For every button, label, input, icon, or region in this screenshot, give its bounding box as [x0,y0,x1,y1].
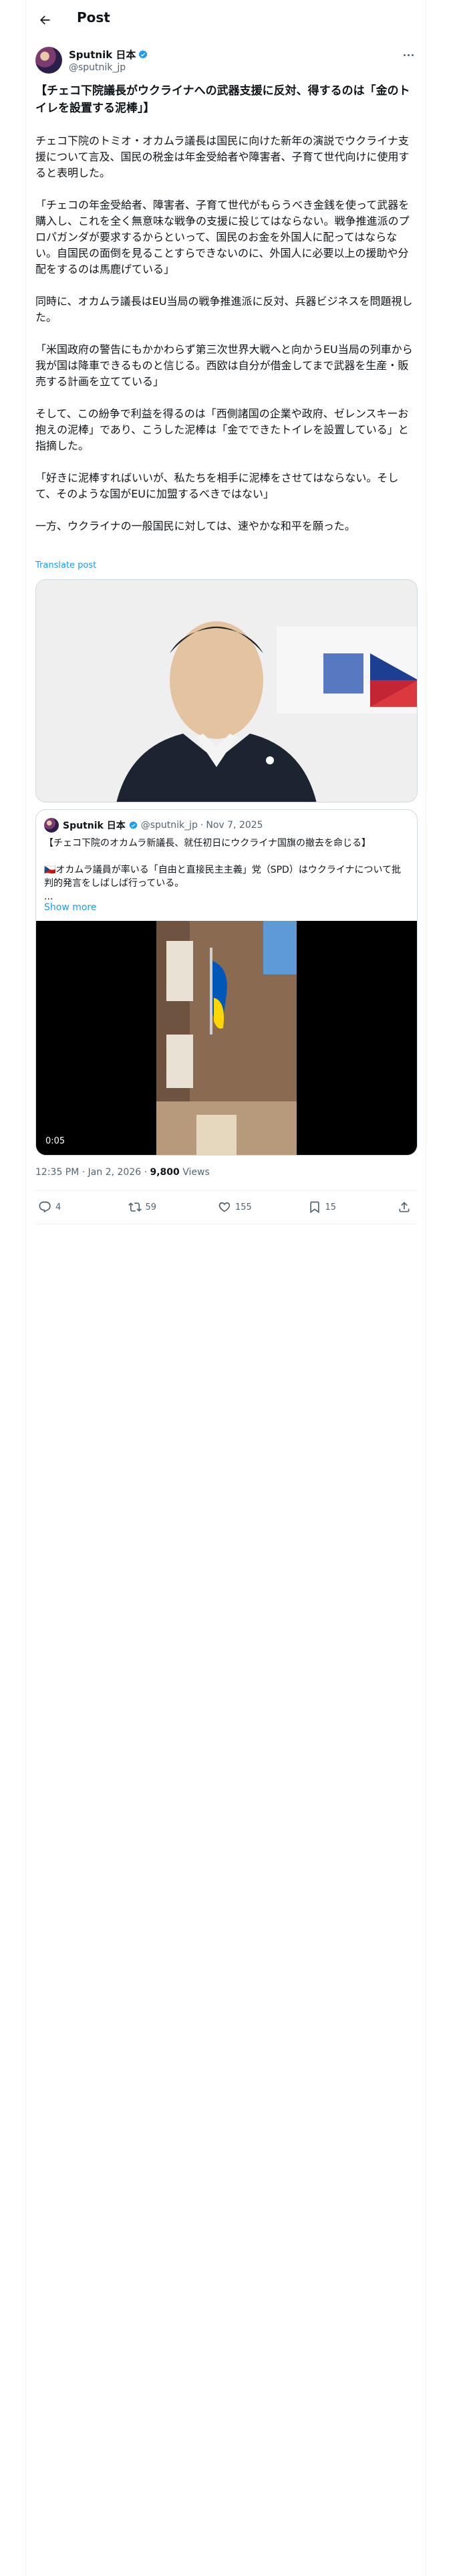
tweet-paragraph: 【チェコ下院議長がウクライナへの武器支援に反対、得するのは「金のトイレを設置する… [35,84,410,115]
author-block[interactable]: Sputnik 日本 @sputnik_jp [35,47,148,74]
tweet-paragraph: 「好きに泥棒すればいいが、私たちを相手に泥棒をさせてはならない。そして、そのよう… [35,471,399,500]
action-bar: 4 59 155 15 [35,1197,418,1217]
post-meta: 12:35 PM · Jan 2, 2026 · 9,800 Views [35,1167,210,1178]
tweet-paragraph: 「米国政府の警告にもかかわらず第三次世界大戦へと向かうEU当局の列車から我が国は… [35,343,413,388]
bookmark-count: 15 [325,1202,337,1212]
like-button[interactable]: 155 [218,1200,258,1214]
avatar[interactable] [35,47,62,74]
tweet-text: 【チェコ下院議長がウクライナへの武器支援に反対、得するのは「金のトイレを設置する… [35,82,418,550]
tweet-paragraph: そして、この紛争で利益を得るのは「西側諸国の企業や政府、ゼレンスキーお抱えの泥棒… [35,407,409,452]
quote-avatar [44,818,59,833]
photo-illustration [36,580,417,802]
quote-line: 🇨🇿オカムラ議員が率いる「自由と直接民主主義」党（SPD）はウクライナについて批… [44,865,402,889]
share-icon [399,1202,410,1212]
bookmark-button[interactable]: 15 [308,1200,348,1214]
quote-date: Nov 7, 2025 [206,820,263,831]
like-count: 155 [235,1202,252,1212]
post-photo[interactable] [35,579,418,802]
video-duration: 0:05 [43,1136,68,1147]
quote-display-name: Sputnik 日本 [63,821,126,831]
translate-link[interactable]: Translate post [35,560,96,570]
views-count: 9,800 [150,1167,180,1178]
divider [35,1190,418,1191]
repost-button[interactable]: 59 [128,1200,168,1214]
repost-icon [128,1202,142,1212]
reply-button[interactable]: 4 [38,1200,78,1214]
header: Post [26,0,426,40]
repost-count: 59 [145,1202,157,1212]
video-frame [36,921,417,1155]
quote-text: 【チェコ下院のオカムラ新議長、就任初日にウクライナ国旗の撤去を命じる】 🇨🇿オカ… [44,837,409,903]
quote-header: Sputnik 日本 @sputnik_jp · Nov 7, 2025 [44,818,263,833]
author-display-name[interactable]: Sputnik 日本 [69,47,136,62]
verified-badge-icon [139,49,148,59]
quote-video[interactable]: 0:05 [36,921,417,1155]
meta-separator: · [144,1167,150,1178]
tweet-paragraph: 一方、ウクライナの一般国民に対しては、速やかな和平を願った。 [35,520,355,532]
quote-separator: · [200,820,204,831]
like-icon [218,1202,231,1212]
quoted-post[interactable]: Sputnik 日本 @sputnik_jp · Nov 7, 2025 【チェ… [35,809,418,1156]
quote-handle: @sputnik_jp [140,820,198,831]
author-handle[interactable]: @sputnik_jp [69,62,148,73]
show-more-link[interactable]: Show more [44,902,97,913]
more-icon[interactable] [400,48,416,62]
views-label: Views [182,1167,210,1178]
tweet-paragraph: チェコ下院のトミオ・オカムラ議長は国民に向けた新年の演説でウクライナ支援について… [35,134,410,179]
share-button[interactable] [398,1200,415,1214]
bookmark-icon [309,1201,319,1214]
back-arrow-icon[interactable] [35,11,54,29]
reply-icon [39,1201,51,1213]
page-title: Post [77,9,110,25]
reply-count: 4 [55,1202,61,1212]
verified-badge-icon [129,821,138,829]
tweet-paragraph: 同時に、オカムラ議長はEU当局の戦争推進派に反対、兵器ビジネスを問題視した。 [35,295,413,324]
quote-line: 【チェコ下院のオカムラ新議長、就任初日にウクライナ国旗の撤去を命じる】 [44,838,371,849]
post-timestamp[interactable]: 12:35 PM · Jan 2, 2026 [35,1167,141,1178]
quote-ellipsis: ... [44,891,53,902]
tweet-paragraph: 「チェコの年金受給者、障害者、子育て世代がもらうべき金銭を使って武器を購入し、こ… [35,199,410,276]
post-column: Post Sputnik 日本 @sputnik_jp 【チェコ下院議長がウクラ… [25,0,426,2576]
